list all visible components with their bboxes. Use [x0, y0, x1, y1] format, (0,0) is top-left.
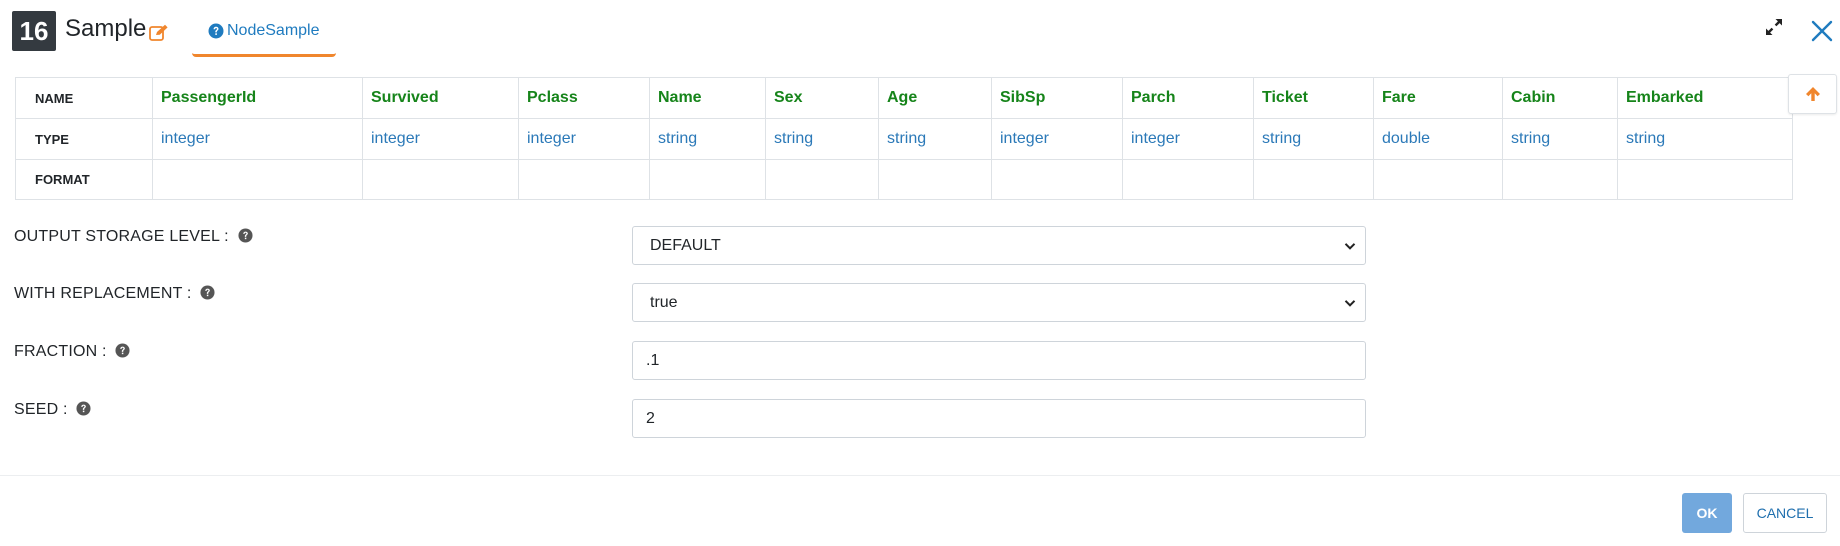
help-icon[interactable] [115, 343, 130, 358]
column-type: string [1253, 118, 1374, 160]
close-x-icon[interactable] [1811, 20, 1833, 42]
node-title: Sample [65, 15, 147, 42]
column-name: Sex [765, 77, 879, 119]
column-format [1373, 159, 1503, 200]
column-name: Ticket [1253, 77, 1374, 119]
expand-arrows-icon[interactable] [1765, 18, 1783, 36]
column-type: string [1502, 118, 1618, 160]
column-name: Parch [1122, 77, 1254, 119]
with-replacement-select[interactable]: true [632, 283, 1366, 322]
question-circle-icon [208, 23, 224, 39]
column-type: integer [518, 118, 650, 160]
chevron-down-icon [1344, 300, 1356, 307]
column-type: integer [1122, 118, 1254, 160]
chevron-down-icon [1344, 243, 1356, 250]
column-type: double [1373, 118, 1503, 160]
column-format [152, 159, 363, 200]
scroll-up-button[interactable] [1788, 74, 1837, 114]
column-format [1122, 159, 1254, 200]
fraction-input[interactable]: .1 [632, 341, 1366, 380]
footer-divider [0, 475, 1840, 476]
help-icon[interactable] [76, 401, 91, 416]
fraction-label: FRACTION : [14, 342, 130, 362]
ok-button[interactable]: OK [1682, 493, 1732, 533]
row-header-type: TYPE [15, 118, 153, 160]
column-format [1253, 159, 1374, 200]
storage-level-label: OUTPUT STORAGE LEVEL : [14, 227, 253, 247]
column-format [878, 159, 992, 200]
column-type: integer [152, 118, 363, 160]
column-format [649, 159, 766, 200]
column-type: integer [991, 118, 1123, 160]
row-header-format: FORMAT [15, 159, 153, 200]
schema-table: NAME PassengerId Survived Pclass Name Se… [15, 77, 1793, 200]
with-replacement-label: WITH REPLACEMENT : [14, 284, 215, 304]
schema-name-row: NAME PassengerId Survived Pclass Name Se… [15, 77, 1793, 119]
column-format [1502, 159, 1618, 200]
column-type: string [878, 118, 992, 160]
column-name: PassengerId [152, 77, 363, 119]
column-name: Name [649, 77, 766, 119]
help-icon[interactable] [200, 285, 215, 300]
column-name: Pclass [518, 77, 650, 119]
storage-level-select[interactable]: DEFAULT [632, 226, 1366, 265]
modal-header: 16 Sample NodeSample [0, 0, 1840, 65]
column-type: string [765, 118, 879, 160]
help-icon[interactable] [237, 228, 253, 243]
column-name: Survived [362, 77, 519, 119]
cancel-button[interactable]: CANCEL [1743, 493, 1827, 533]
seed-input[interactable]: 2 [632, 399, 1366, 438]
column-name: Cabin [1502, 77, 1618, 119]
arrow-up-icon [1806, 87, 1820, 101]
node-number-badge: 16 [12, 11, 56, 51]
row-header-name: NAME [15, 77, 153, 119]
column-type: string [649, 118, 766, 160]
column-name: SibSp [991, 77, 1123, 119]
seed-label: SEED : [14, 400, 91, 420]
schema-type-row: TYPE integer integer integer string stri… [15, 118, 1793, 160]
column-format [362, 159, 519, 200]
edit-icon[interactable] [149, 24, 169, 42]
column-name: Embarked [1617, 77, 1793, 119]
column-name: Fare [1373, 77, 1503, 119]
tab-nodesample[interactable]: NodeSample [192, 0, 336, 57]
tab-label: NodeSample [227, 22, 320, 39]
schema-format-row: FORMAT [15, 159, 1793, 200]
column-type: string [1617, 118, 1793, 160]
column-format [518, 159, 650, 200]
column-format [1617, 159, 1793, 200]
column-name: Age [878, 77, 992, 119]
column-format [991, 159, 1123, 200]
column-format [765, 159, 879, 200]
column-type: integer [362, 118, 519, 160]
